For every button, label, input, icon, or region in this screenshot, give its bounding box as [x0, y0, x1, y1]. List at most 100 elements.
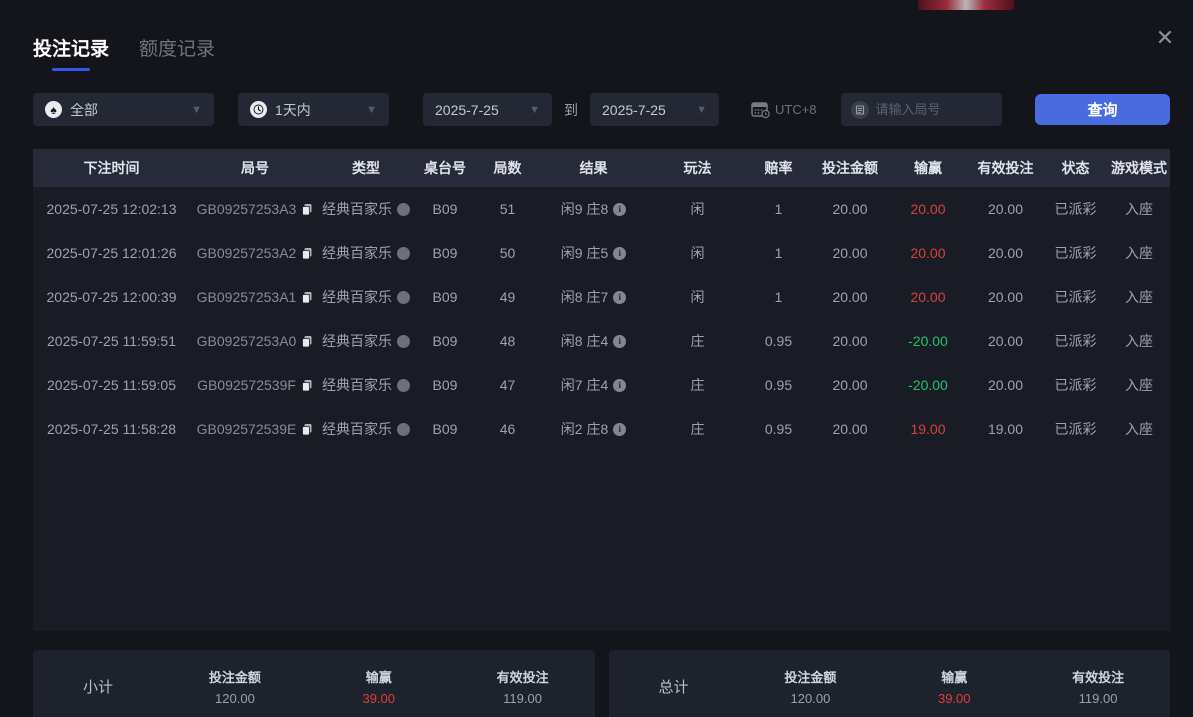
- col-header-type: 类型: [320, 158, 412, 178]
- total-label: 总计: [609, 667, 739, 697]
- cell-bet: 20.00: [812, 245, 888, 261]
- cell-status: 已派彩: [1043, 331, 1108, 351]
- spade-icon: ♠: [45, 101, 62, 118]
- round-id-input-wrap: [841, 93, 1002, 126]
- table-row: 2025-07-25 11:59:51 GB09257253A0 经典百家乐 B…: [33, 319, 1170, 363]
- info-icon[interactable]: i: [613, 379, 626, 392]
- cell-round-id: GB09257253A2: [190, 245, 320, 261]
- cell-odds: 0.95: [745, 421, 812, 437]
- cell-table-no: B09: [412, 289, 478, 305]
- chevron-down-icon: ▼: [696, 104, 707, 116]
- tab-quota-records[interactable]: 额度记录: [139, 34, 215, 71]
- filter-bar: ♠ 全部 ▼ 1天内 ▼ 2025-7-25 ▼ 到 2025-7-25 ▼ U…: [33, 93, 1170, 126]
- info-icon[interactable]: i: [613, 335, 626, 348]
- cell-win: 20.00: [888, 289, 968, 305]
- col-header-status: 状态: [1043, 158, 1108, 178]
- cell-round-no: 47: [478, 377, 537, 393]
- tab-bet-records-label: 投注记录: [33, 34, 109, 61]
- cell-valid: 20.00: [968, 201, 1043, 217]
- cell-bet: 20.00: [812, 421, 888, 437]
- info-icon[interactable]: i: [613, 423, 626, 436]
- cell-odds: 1: [745, 245, 812, 261]
- cell-bet-time: 2025-07-25 11:58:28: [33, 421, 190, 437]
- info-icon[interactable]: i: [613, 291, 626, 304]
- col-header-round-no: 局数: [478, 158, 537, 178]
- col-header-bet-time: 下注时间: [33, 158, 190, 178]
- info-icon[interactable]: i: [613, 203, 626, 216]
- table-row: 2025-07-25 11:58:28 GB092572539E 经典百家乐 B…: [33, 407, 1170, 451]
- cell-bet-time: 2025-07-25 12:01:26: [33, 245, 190, 261]
- cell-bet: 20.00: [812, 201, 888, 217]
- round-id-input[interactable]: [876, 102, 992, 117]
- date-range-to-label: 到: [564, 100, 578, 120]
- cell-table-no: B09: [412, 245, 478, 261]
- cell-round-no: 50: [478, 245, 537, 261]
- copy-icon[interactable]: [301, 379, 313, 392]
- cell-result: 闲7 庄4 i: [537, 375, 650, 395]
- table-row: 2025-07-25 12:02:13 GB09257253A3 经典百家乐 B…: [33, 187, 1170, 231]
- time-range-dropdown[interactable]: 1天内 ▼: [238, 93, 389, 126]
- game-type-value: 全部: [70, 100, 191, 120]
- cell-mode: 入座: [1108, 199, 1170, 219]
- cell-type: 经典百家乐: [320, 199, 412, 219]
- cell-mode: 入座: [1108, 375, 1170, 395]
- cell-odds: 1: [745, 289, 812, 305]
- tab-bet-records[interactable]: 投注记录: [33, 34, 109, 71]
- game-type-badge-icon: [397, 291, 410, 304]
- copy-icon[interactable]: [301, 335, 313, 348]
- cell-type: 经典百家乐: [320, 419, 412, 439]
- subtotal-label: 小计: [33, 667, 163, 697]
- total-win: 输赢 39.00: [882, 667, 1026, 706]
- col-header-result: 结果: [537, 158, 650, 178]
- total-card: 总计 投注金额 120.00 输赢 39.00 有效投注 119.00: [609, 650, 1171, 717]
- cell-odds: 0.95: [745, 333, 812, 349]
- cell-bet-time: 2025-07-25 12:02:13: [33, 201, 190, 217]
- time-range-value: 1天内: [275, 100, 366, 120]
- cell-type: 经典百家乐: [320, 375, 412, 395]
- cell-round-id: GB09257253A1: [190, 289, 320, 305]
- col-header-table-no: 桌台号: [412, 158, 478, 178]
- round-id-icon: [851, 101, 869, 119]
- close-icon[interactable]: ✕: [1151, 24, 1179, 52]
- cell-result: 闲2 庄8 i: [537, 419, 650, 439]
- cell-win: 20.00: [888, 245, 968, 261]
- cell-type: 经典百家乐: [320, 287, 412, 307]
- copy-icon[interactable]: [301, 203, 313, 216]
- subtotal-card: 小计 投注金额 120.00 输赢 39.00 有效投注 119.00: [33, 650, 595, 717]
- query-button[interactable]: 查询: [1035, 94, 1170, 125]
- cell-table-no: B09: [412, 421, 478, 437]
- game-type-dropdown[interactable]: ♠ 全部 ▼: [33, 93, 214, 126]
- cell-mode: 入座: [1108, 419, 1170, 439]
- cell-valid: 20.00: [968, 333, 1043, 349]
- cell-bet-time: 2025-07-25 12:00:39: [33, 289, 190, 305]
- cell-play: 庄: [650, 375, 745, 395]
- copy-icon[interactable]: [301, 423, 313, 436]
- date-from-picker[interactable]: 2025-7-25 ▼: [423, 93, 552, 126]
- table-row: 2025-07-25 12:00:39 GB09257253A1 经典百家乐 B…: [33, 275, 1170, 319]
- copy-icon[interactable]: [301, 291, 313, 304]
- col-header-play: 玩法: [650, 158, 745, 178]
- game-type-badge-icon: [397, 423, 410, 436]
- cell-mode: 入座: [1108, 243, 1170, 263]
- col-header-valid-bet: 有效投注: [968, 158, 1043, 178]
- date-to-picker[interactable]: 2025-7-25 ▼: [590, 93, 719, 126]
- date-from-value: 2025-7-25: [435, 102, 529, 118]
- table-row: 2025-07-25 12:01:26 GB09257253A2 经典百家乐 B…: [33, 231, 1170, 275]
- cell-round-no: 49: [478, 289, 537, 305]
- cell-valid: 20.00: [968, 377, 1043, 393]
- cell-valid: 20.00: [968, 289, 1043, 305]
- cell-bet-time: 2025-07-25 11:59:05: [33, 377, 190, 393]
- timezone-label: UTC+8: [775, 102, 817, 117]
- game-type-badge-icon: [397, 335, 410, 348]
- subtotal-win: 输赢 39.00: [307, 667, 451, 706]
- table-header-row: 下注时间 局号 类型 桌台号 局数 结果 玩法 赔率 投注金额 输赢 有效投注 …: [33, 149, 1170, 187]
- copy-icon[interactable]: [301, 247, 313, 260]
- cell-play: 庄: [650, 331, 745, 351]
- cell-bet: 20.00: [812, 289, 888, 305]
- info-icon[interactable]: i: [613, 247, 626, 260]
- col-header-round-id: 局号: [190, 158, 320, 178]
- cell-result: 闲9 庄5 i: [537, 243, 650, 263]
- subtotal-valid: 有效投注 119.00: [451, 667, 595, 706]
- cell-status: 已派彩: [1043, 287, 1108, 307]
- cell-play: 闲: [650, 287, 745, 307]
